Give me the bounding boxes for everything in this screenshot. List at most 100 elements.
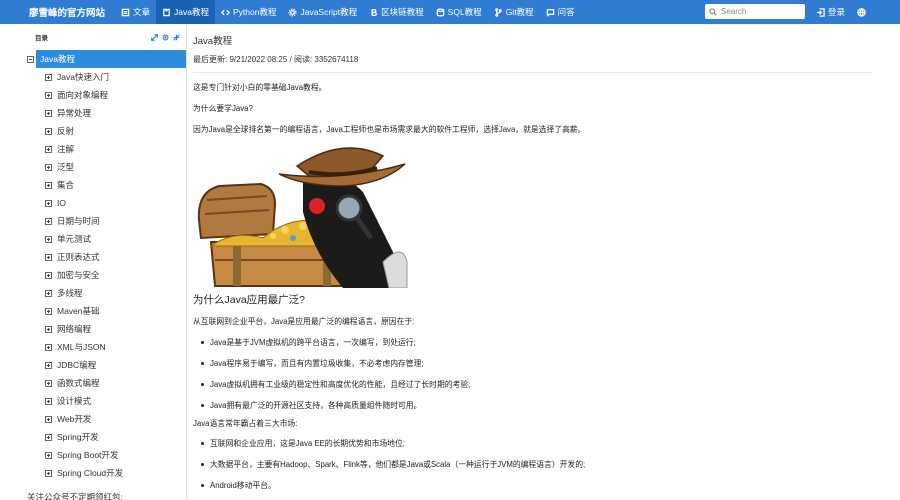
locate-icon[interactable] [162,34,169,41]
nav-item-1[interactable]: Java教程 [156,0,215,24]
toc-item[interactable]: 正则表达式 [25,248,186,266]
toc-list: Java教程 Java快速入门面向对象编程 异常处理反射注解泛型集合 IO 日期与时间… [25,50,186,482]
toc-item[interactable]: XML与JSON [25,338,186,356]
nav-item-4[interactable]: 区块链教程 [363,0,430,24]
expand-box-icon[interactable] [45,91,52,99]
toc-item[interactable]: JDBC编程 [25,356,186,374]
reason-paragraph: 因为Java是全球排名第一的编程语言，Java工程师也是市场需求最大的软件工程师… [193,125,586,134]
toc-item[interactable]: IO [25,194,186,212]
toc-item[interactable]: Spring Cloud开发 [25,464,186,482]
toc-item-label: 集合 [57,180,75,190]
toc-item[interactable]: 设计模式 [25,392,186,410]
expand-box-icon[interactable] [45,469,52,477]
nav-item-5[interactable]: SQL教程 [430,0,488,24]
list-item: 大数据平台，主要有Hadoop、Spark、Flink等，他们都是Java或Sc… [201,459,585,470]
toc-item[interactable]: 泛型 [25,158,186,176]
toc-item[interactable]: 日期与时间 [25,212,186,230]
nav-item-3[interactable]: JavaScript教程 [282,0,363,24]
toc-item[interactable]: 异常处理 [25,104,186,122]
collapse-box-icon[interactable] [27,55,34,63]
list-item: Java拥有最广泛的开源社区支持，各种高质量组件随时可用。 [201,400,421,411]
toc-item-java-tutorial[interactable]: Java教程 [36,50,186,68]
expand-box-icon[interactable] [45,109,52,117]
toc-item[interactable]: 注解 [25,140,186,158]
book-icon [163,8,170,16]
expand-box-icon[interactable] [45,397,52,405]
toc-item-label: Spring Boot开发 [57,450,119,460]
bitcoin-icon [371,8,378,16]
toc-item[interactable]: Spring开发 [25,428,186,446]
divider [193,72,873,73]
expand-box-icon[interactable] [45,361,52,369]
gear-icon [288,7,298,17]
language-button[interactable] [857,0,866,24]
toc-item[interactable]: Web开发 [25,410,186,428]
expand-box-icon[interactable] [45,235,52,243]
expand-box-icon[interactable] [45,127,52,135]
expand-box-icon[interactable] [45,379,52,387]
toc-item[interactable]: 反射 [25,122,186,140]
toc-item[interactable]: 函数式编程 [25,374,186,392]
expand-box-icon[interactable] [45,217,52,225]
expand-box-icon[interactable] [45,343,52,351]
expand-box-icon[interactable] [45,145,52,153]
toc-item-label: 异常处理 [57,108,92,118]
search-icon [709,7,717,16]
toc-item[interactable]: 集合 [25,176,186,194]
expand-box-icon[interactable] [45,271,52,279]
collapse-icon[interactable] [173,33,180,41]
list-item-text: Java虚拟机拥有工业级的稳定性和高度优化的性能，且经过了长时期的考验; [210,380,471,389]
code-icon [221,9,230,15]
expand-box-icon[interactable] [45,307,52,315]
expand-box-icon[interactable] [45,199,52,207]
toc-title: 目录 [35,35,48,42]
toc-item[interactable]: Maven基础 [25,302,186,320]
toc-item-label: 面向对象编程 [57,90,109,100]
list-item-text: Java程序易于编写，而且有内置垃圾收集，不必考虑内存管理; [210,359,424,368]
toc-item-label: 网络编程 [57,324,92,334]
expand-box-icon[interactable] [45,289,52,297]
expand-box-icon[interactable] [45,73,52,81]
expand-box-icon[interactable] [45,163,52,171]
nav-item-label: JavaScript教程 [300,7,358,17]
toc-item[interactable]: 单元测试 [25,230,186,248]
login-button[interactable]: 登录 [816,0,845,24]
toc-item-label: 注解 [57,144,75,154]
nav-item-label: Python教程 [233,7,277,17]
nav-item-6[interactable]: Git教程 [488,0,540,24]
expand-box-icon[interactable] [45,253,52,261]
section-intro: 从互联网到企业平台，Java是应用最广泛的编程语言，原因在于: [193,317,415,326]
expand-box-icon[interactable] [45,451,52,459]
nav-item-2[interactable]: Python教程 [215,0,282,24]
toc-item-label: 单元测试 [57,234,92,244]
list-item: Java程序易于编写，而且有内置垃圾收集，不必考虑内存管理; [201,358,424,369]
chat-icon [546,8,554,17]
toc-item-label: Spring开发 [57,432,99,442]
search-input[interactable] [721,7,801,16]
nav-item-7[interactable]: 问答 [540,0,581,24]
toc-item-label: IO [57,198,66,208]
toc-item-label: Web开发 [57,414,92,424]
toc-item[interactable]: 加密与安全 [25,266,186,284]
search-box[interactable] [705,4,805,19]
toc-item[interactable]: Java快速入门 [25,68,186,86]
list-item-text: 互联网和企业应用，这是Java EE的长期优势和市场地位; [210,439,405,448]
toc-tools [151,33,180,41]
expand-box-icon[interactable] [45,415,52,423]
page-title: Java教程 [193,36,233,47]
toc-item[interactable]: 多线程 [25,284,186,302]
article-content: Java教程 最后更新: 9/21/2022 08:25 / 阅读: 33526… [193,24,875,500]
expand-icon[interactable] [151,33,158,41]
toc-item[interactable]: 面向对象编程 [25,86,186,104]
nav-item-0[interactable]: 文章 [115,0,156,24]
toc-item[interactable]: Spring Boot开发 [25,446,186,464]
duke-treasure-illustration [197,147,408,288]
expand-box-icon[interactable] [45,181,52,189]
toc-item[interactable]: 网络编程 [25,320,186,338]
expand-box-icon[interactable] [45,433,52,441]
why-paragraph: 为什么要学Java? [193,104,253,113]
nav-item-label: 问答 [557,7,575,17]
expand-box-icon[interactable] [45,325,52,333]
site-brand[interactable]: 廖雪峰的官方网站 [0,5,115,19]
list-item-text: Android移动平台。 [210,481,276,490]
